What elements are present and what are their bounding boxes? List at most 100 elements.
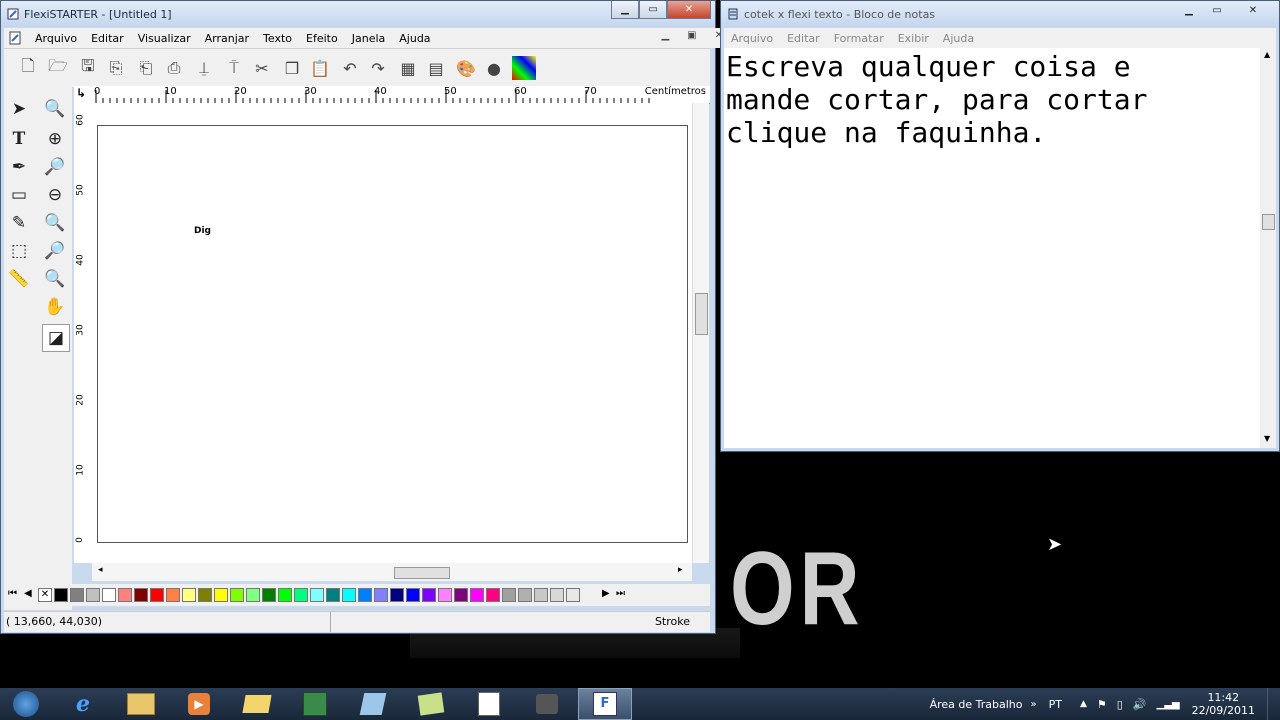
scissors-icon[interactable]: ✂ <box>250 56 274 80</box>
palette-next-icon[interactable]: ▶ <box>602 588 610 599</box>
palette-first-icon[interactable]: ⏮ <box>8 588 17 599</box>
menu-visualizar[interactable]: Visualizar <box>131 32 198 45</box>
color-swatch[interactable] <box>406 588 420 602</box>
start-button[interactable] <box>0 688 52 720</box>
color-swatch[interactable] <box>150 588 164 602</box>
taskbar-sticky-icon[interactable] <box>404 688 458 720</box>
color-swatch[interactable] <box>326 588 340 602</box>
taskbar-calendar-icon[interactable] <box>462 688 516 720</box>
scroll-right-icon[interactable]: ▸ <box>678 565 683 575</box>
taskbar-notepad-icon[interactable] <box>346 688 400 720</box>
np-menu-ajuda[interactable]: Ajuda <box>936 32 981 45</box>
color-palette-icon[interactable]: 🎨 <box>454 56 478 80</box>
color-swatch[interactable] <box>118 588 132 602</box>
taskbar-media-player-icon[interactable]: ▶ <box>172 688 226 720</box>
cut-out-icon[interactable]: ⍊ <box>192 56 216 80</box>
np-scroll-thumb[interactable] <box>1262 214 1275 230</box>
color-swatch[interactable] <box>262 588 276 602</box>
color-swatch[interactable] <box>166 588 180 602</box>
redo-icon[interactable]: ↷ <box>366 56 390 80</box>
menu-texto[interactable]: Texto <box>256 32 299 45</box>
zoom-selection-icon[interactable]: 🔎 <box>42 238 68 264</box>
taskbar-ie-icon[interactable]: e <box>56 688 110 720</box>
np-menu-exibir[interactable]: Exibir <box>891 32 936 45</box>
color-swatch[interactable] <box>198 588 212 602</box>
zoom-page-icon[interactable]: 🔎 <box>42 154 68 180</box>
color-swatch[interactable] <box>54 588 68 602</box>
action-center-flag-icon[interactable]: ⚑ <box>1097 698 1107 711</box>
color-swatch[interactable] <box>102 588 116 602</box>
doc-restore-button[interactable]: ▣ <box>680 30 703 41</box>
np-scroll-down-icon[interactable]: ▼ <box>1264 434 1270 443</box>
color-swatch[interactable] <box>454 588 468 602</box>
color-swatch[interactable] <box>470 588 484 602</box>
taskbar-explorer-icon[interactable] <box>114 688 168 720</box>
color-swatch[interactable] <box>278 588 292 602</box>
np-menu-editar[interactable]: Editar <box>780 32 827 45</box>
no-color-swatch[interactable]: ✕ <box>38 588 52 602</box>
vertical-scroll-thumb[interactable] <box>695 293 708 335</box>
save-icon[interactable]: 🖫 <box>76 56 100 80</box>
selection-box-icon[interactable]: ⬚ <box>6 238 32 264</box>
undo-icon[interactable]: ↶ <box>338 56 362 80</box>
color-swatch[interactable] <box>86 588 100 602</box>
rectangle-tool-icon[interactable]: ▭ <box>6 182 32 208</box>
horizontal-scroll-thumb[interactable] <box>394 567 450 579</box>
horizontal-scrollbar[interactable]: ◂ ▸ <box>92 563 692 581</box>
color-swatch[interactable] <box>294 588 308 602</box>
ink-drop-icon[interactable]: ● <box>482 56 506 80</box>
doc-minimize-button[interactable]: ▁ <box>654 30 676 41</box>
scroll-left-icon[interactable]: ◂ <box>98 565 103 575</box>
hand-pan-icon[interactable]: ✋ <box>42 294 68 320</box>
text-tool-icon[interactable]: T <box>6 126 32 152</box>
pointer-icon[interactable]: ➤ <box>6 96 32 122</box>
clock[interactable]: 11:42 22/09/2011 <box>1192 691 1255 717</box>
show-desktop-label[interactable]: Área de Trabalho <box>930 698 1023 711</box>
palette-prev-icon[interactable]: ◀ <box>24 588 32 599</box>
show-desktop-button[interactable] <box>1267 688 1280 720</box>
color-swatch[interactable] <box>70 588 84 602</box>
volume-icon[interactable]: 🔊 <box>1133 698 1147 711</box>
menu-editar[interactable]: Editar <box>84 32 131 45</box>
zoom-fit-icon[interactable]: 🔍 <box>42 210 68 236</box>
zoom-out-icon[interactable]: ⊖ <box>42 182 68 208</box>
copy-icon[interactable]: ❐ <box>280 56 304 80</box>
color-swatch[interactable] <box>374 588 388 602</box>
grid-icon[interactable]: ▦ <box>396 56 420 80</box>
np-menu-formatar[interactable]: Formatar <box>827 32 891 45</box>
color-grid-icon[interactable] <box>512 56 536 80</box>
zoom-all-icon[interactable]: 🔍 <box>42 266 68 292</box>
node-edit-icon[interactable]: ✎ <box>6 210 32 236</box>
pen-tool-icon[interactable]: ✒ <box>6 154 32 180</box>
send-icon[interactable]: ⍑ <box>222 56 246 80</box>
color-swatch[interactable] <box>534 588 548 602</box>
taskbar-folder-icon[interactable] <box>230 688 284 720</box>
color-swatch[interactable] <box>486 588 500 602</box>
notepad-scrollbar[interactable]: ▲ ▼ <box>1260 48 1276 448</box>
color-swatch[interactable] <box>230 588 244 602</box>
color-swatch[interactable] <box>342 588 356 602</box>
language-indicator[interactable]: PT <box>1049 698 1062 711</box>
zoom-icon[interactable]: 🔍 <box>42 96 68 122</box>
color-swatch[interactable] <box>134 588 148 602</box>
fill-stroke-icon[interactable]: ◪ <box>42 324 70 352</box>
menu-janela[interactable]: Janela <box>345 32 393 45</box>
table-icon[interactable]: ▤ <box>424 56 448 80</box>
color-swatch[interactable] <box>182 588 196 602</box>
taskbar-app-icon[interactable] <box>288 688 342 720</box>
paste-icon[interactable]: 📋 <box>308 56 332 80</box>
menu-arranjar[interactable]: Arranjar <box>198 32 256 45</box>
taskbar-flexi-icon[interactable]: F <box>578 688 632 720</box>
notepad-text-area[interactable]: Escreva qualquer coisa e mande cortar, p… <box>724 48 1260 448</box>
network-signal-icon[interactable]: ▁▃▅ <box>1157 699 1180 710</box>
np-scroll-up-icon[interactable]: ▲ <box>1264 50 1270 59</box>
maximize-button[interactable]: ▭ <box>639 1 667 19</box>
color-swatch[interactable] <box>310 588 324 602</box>
color-swatch[interactable] <box>358 588 372 602</box>
menu-efeito[interactable]: Efeito <box>299 32 345 45</box>
new-file-icon[interactable]: 🗋 <box>16 56 40 80</box>
close-button[interactable]: ✕ <box>667 1 711 19</box>
tray-expand-icon[interactable]: » <box>1030 699 1036 710</box>
color-swatch[interactable] <box>566 588 580 602</box>
color-swatch[interactable] <box>422 588 436 602</box>
